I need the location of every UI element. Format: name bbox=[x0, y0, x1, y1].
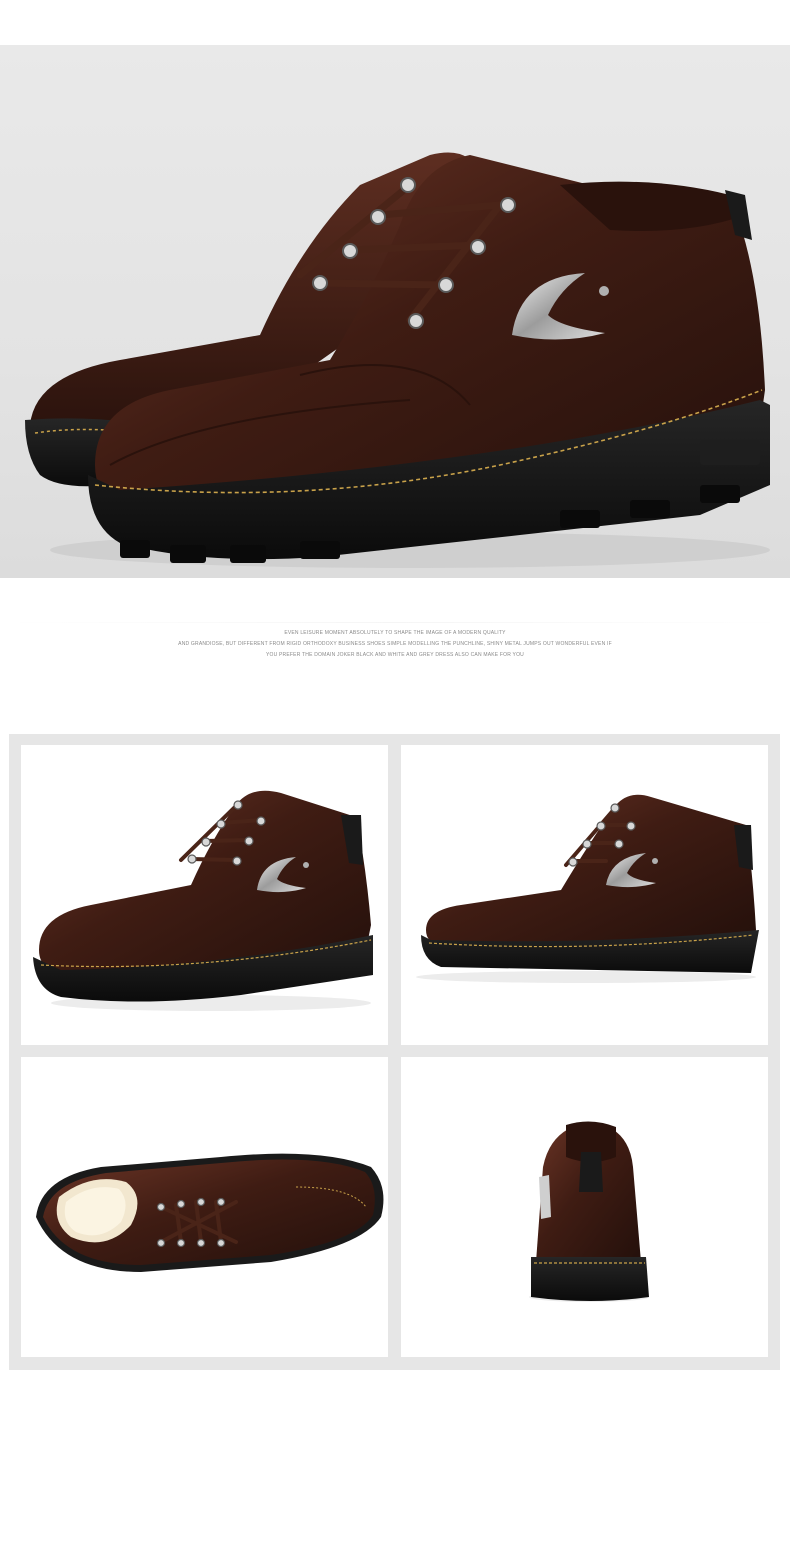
boot-rear-view-illustration bbox=[529, 1121, 649, 1302]
boot-top-down-illustration bbox=[36, 1153, 384, 1272]
product-tagline: EVEN LEISURE MOMENT ABSOLUTELY TO SHAPE … bbox=[0, 628, 790, 661]
gallery-image-side-angle[interactable] bbox=[21, 745, 388, 1045]
hero-product-image bbox=[0, 45, 790, 578]
gallery-image-side-profile[interactable] bbox=[401, 745, 768, 1045]
divider-line bbox=[0, 622, 790, 623]
gallery-image-rear-view[interactable] bbox=[401, 1057, 768, 1357]
tagline-line-3: YOU PREFER THE DOMAIN JOKER BLACK AND WH… bbox=[266, 652, 524, 658]
tagline-line-1: EVEN LEISURE MOMENT ABSOLUTELY TO SHAPE … bbox=[284, 630, 506, 636]
boot-side-angle-illustration bbox=[33, 790, 373, 1011]
gallery-image-top-down[interactable] bbox=[21, 1057, 388, 1357]
boots-pair-illustration bbox=[25, 152, 770, 568]
boot-side-profile-illustration bbox=[416, 794, 759, 983]
product-gallery bbox=[9, 734, 780, 1370]
product-detail-page: EVEN LEISURE MOMENT ABSOLUTELY TO SHAPE … bbox=[0, 0, 790, 1560]
tagline-line-2: AND GRANDIOSE, BUT DIFFERENT FROM RIGID … bbox=[178, 641, 612, 647]
